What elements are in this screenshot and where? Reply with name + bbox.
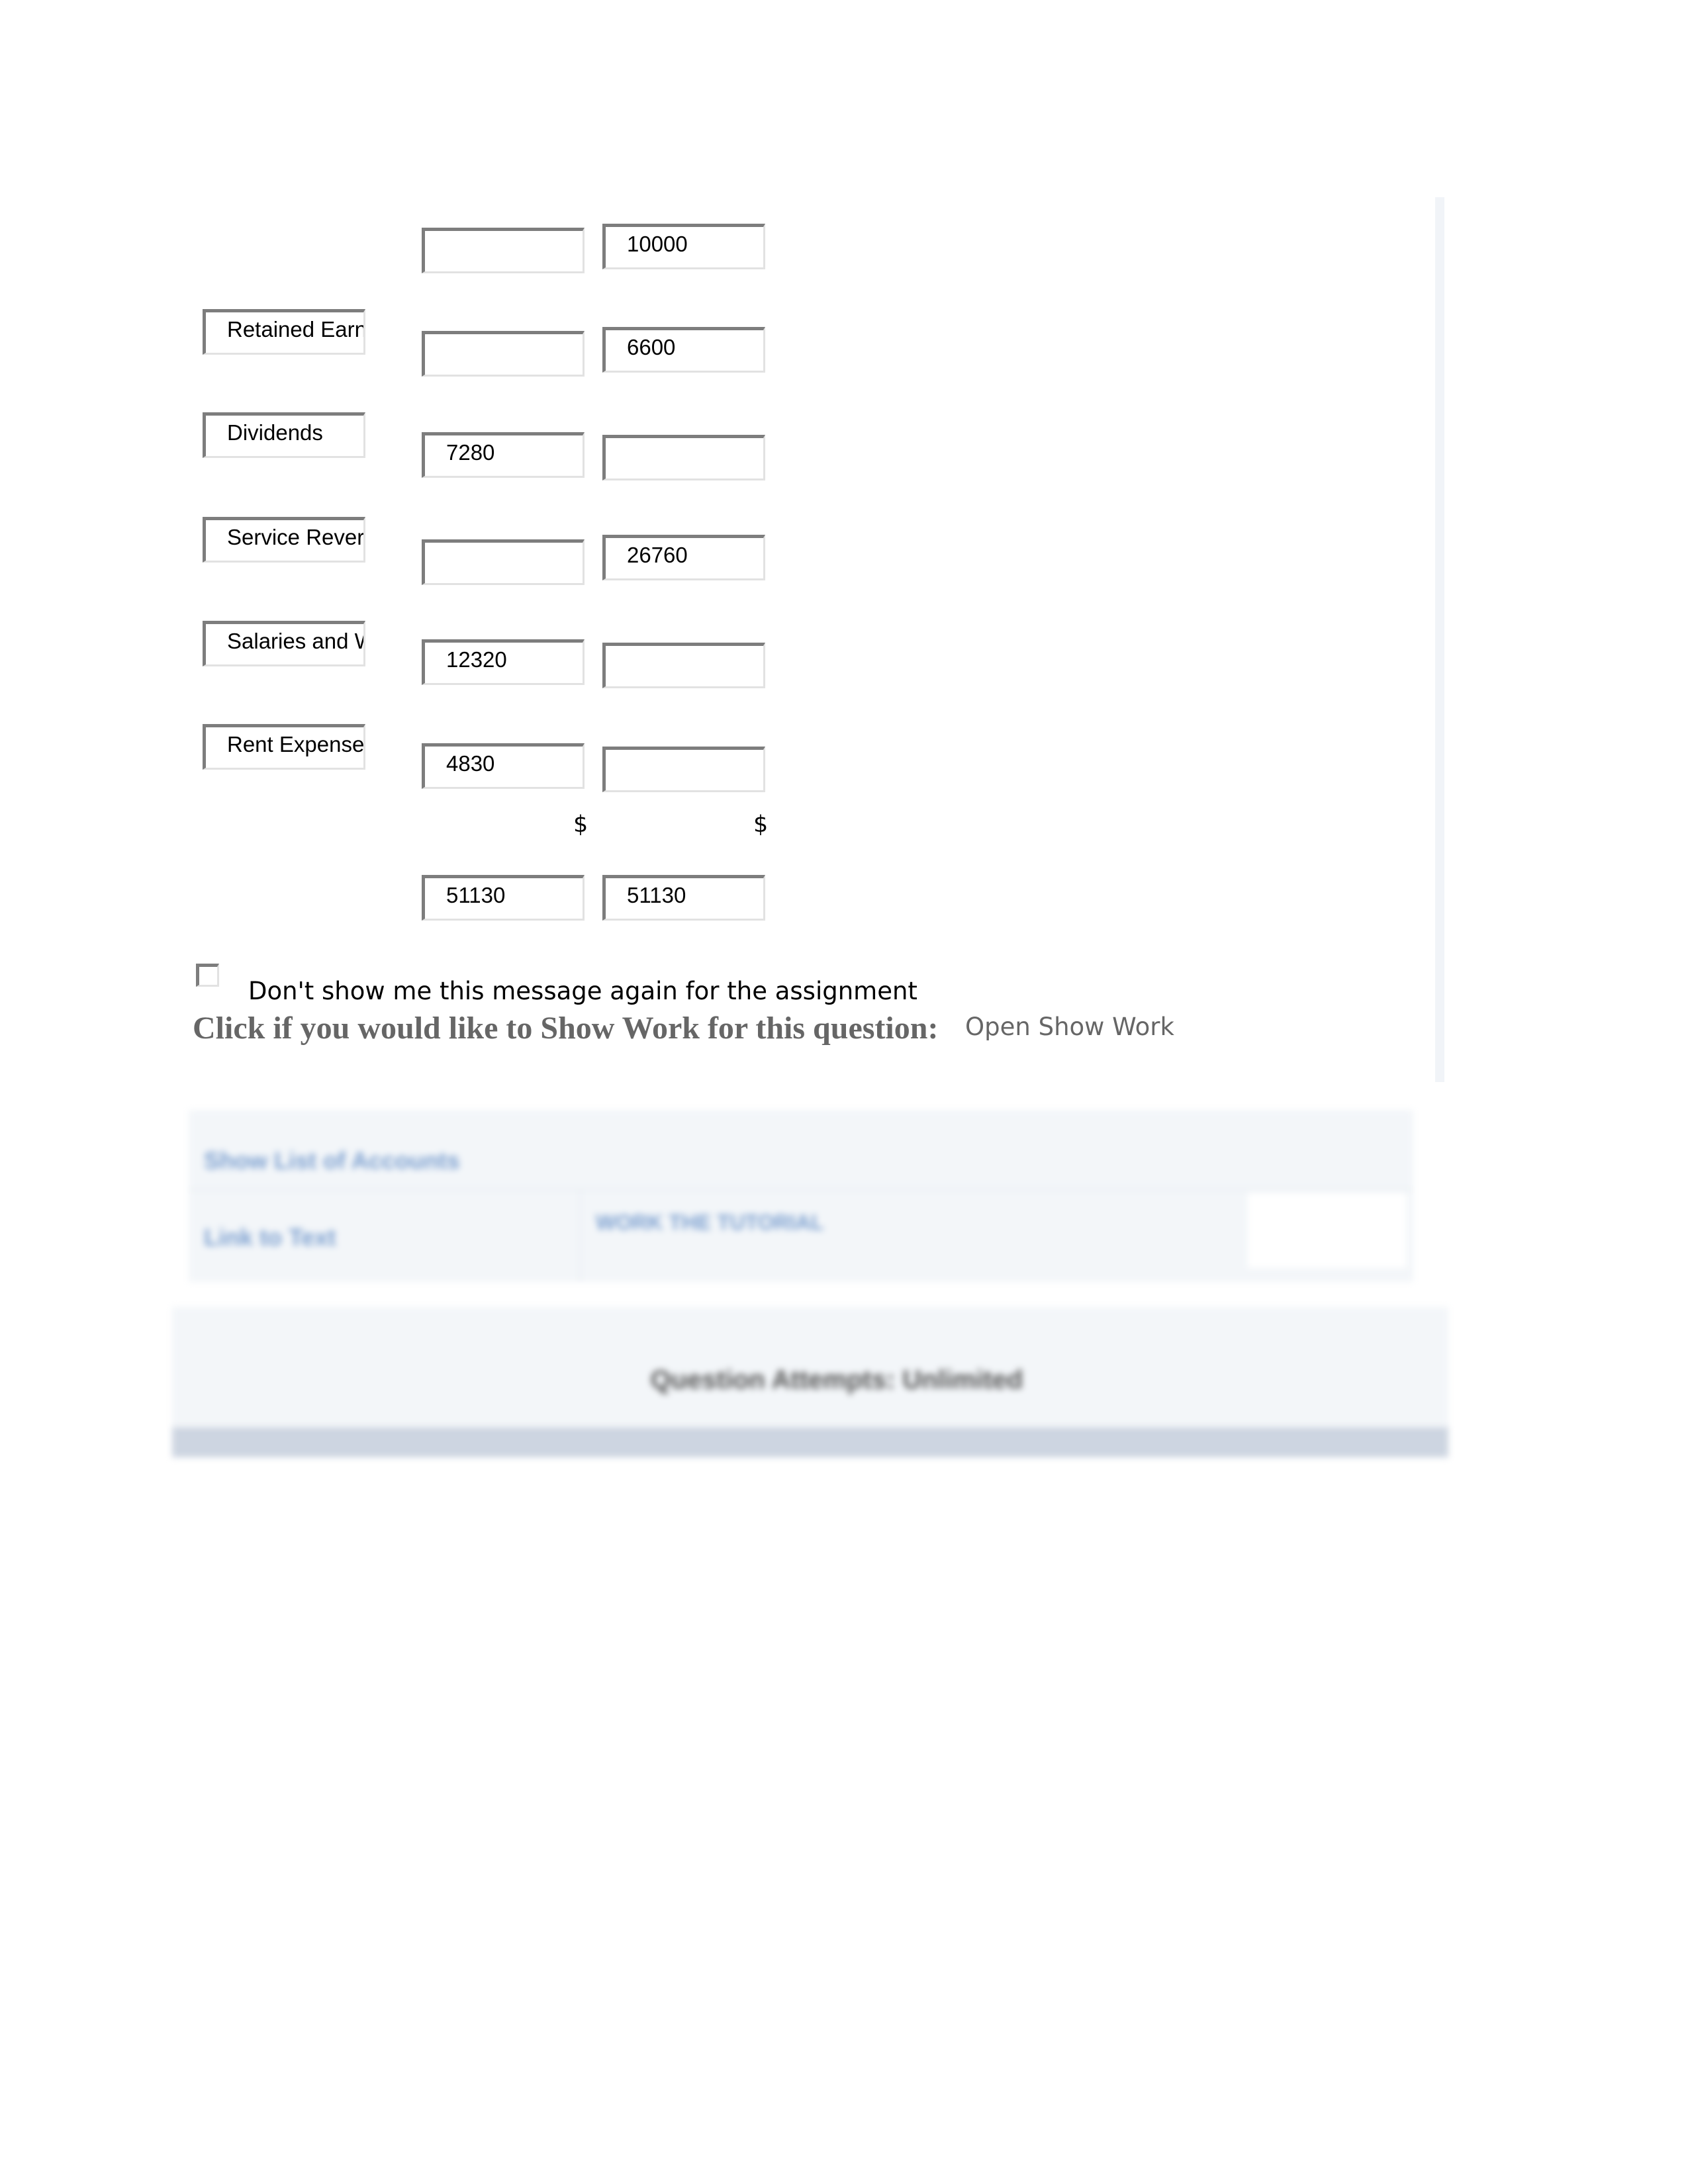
credit-input[interactable] — [602, 747, 765, 792]
divider — [579, 1191, 581, 1282]
debit-currency-symbol: $ — [573, 811, 588, 838]
credit-input[interactable]: 6600 — [602, 327, 765, 373]
footer-bar — [172, 1427, 1448, 1457]
account-input[interactable]: Retained Earn — [203, 309, 365, 355]
link-to-text[interactable]: Link to Text — [204, 1224, 336, 1251]
debit-input[interactable]: 12320 — [422, 639, 585, 685]
total-credit-input[interactable]: 51130 — [602, 875, 765, 921]
account-input[interactable]: Salaries and W — [203, 621, 365, 666]
blank-box — [1248, 1193, 1407, 1268]
dont-show-label: Don't show me this message again for the… — [248, 977, 917, 1005]
show-work-prompt: Click if you would like to Show Work for… — [193, 1011, 939, 1046]
footer: Question Attempts: Unlimited — [172, 1307, 1448, 1427]
question-attempts: Question Attempts: Unlimited — [650, 1365, 1023, 1394]
divider — [189, 1189, 1413, 1191]
total-debit-input[interactable]: 51130 — [422, 875, 585, 921]
credit-input[interactable]: 10000 — [602, 224, 765, 269]
debit-input[interactable] — [422, 331, 585, 377]
open-show-work-link[interactable]: Open Show Work — [965, 1013, 1174, 1041]
credit-input[interactable] — [602, 435, 765, 480]
dont-show-checkbox[interactable] — [196, 964, 219, 987]
debit-input[interactable] — [422, 539, 585, 585]
credit-currency-symbol: $ — [753, 811, 769, 838]
debit-input[interactable]: 4830 — [422, 743, 585, 789]
account-input[interactable]: Service Rever — [203, 517, 365, 563]
account-input[interactable]: Dividends — [203, 412, 365, 458]
credit-input[interactable] — [602, 643, 765, 688]
work-tutorial-link[interactable]: WORK THE TUTORIAL — [596, 1210, 823, 1235]
debit-input[interactable]: 7280 — [422, 432, 585, 478]
debit-input[interactable] — [422, 228, 585, 273]
links-section: Show List of Accounts Link to Text WORK … — [189, 1110, 1413, 1282]
account-input[interactable]: Rent Expense — [203, 724, 365, 770]
show-list-of-accounts-link[interactable]: Show List of Accounts — [204, 1147, 460, 1175]
credit-input[interactable]: 26760 — [602, 535, 765, 580]
